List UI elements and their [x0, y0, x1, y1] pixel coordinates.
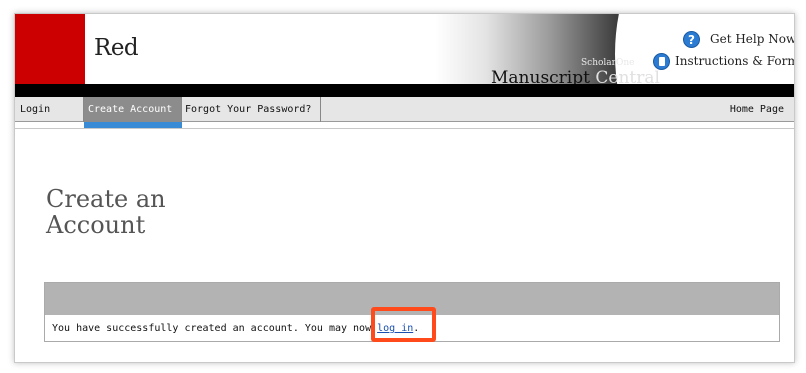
highlight-annotation — [371, 307, 436, 342]
tab-create-account[interactable]: Create Account — [84, 97, 182, 122]
header-divider-bar — [15, 84, 794, 97]
home-page-link[interactable]: Home Page — [730, 97, 794, 122]
site-header: Red ScholarOne Manuscript Central ? Get … — [15, 14, 795, 264]
get-help-link[interactable]: ? Get Help Now — [683, 29, 795, 49]
journal-brand: Red — [94, 35, 139, 61]
message-text: You have successfully created an account… — [52, 323, 378, 334]
get-help-label: Get Help Now — [710, 32, 795, 46]
active-tab-indicator — [84, 122, 182, 128]
browser-page-frame: Red ScholarOne Manuscript Central ? Get … — [14, 13, 795, 363]
main-nav: Login Create Account Forgot Your Passwor… — [15, 97, 794, 122]
document-icon — [653, 52, 670, 70]
page-title: Create an Account — [46, 185, 166, 239]
instructions-forms-link[interactable]: Instructions & Forms — [653, 51, 795, 71]
product-vendor: ScholarOne — [581, 58, 635, 68]
tab-login[interactable]: Login — [15, 97, 84, 122]
brand-color-block — [15, 14, 85, 84]
question-mark-icon: ? — [683, 30, 700, 48]
instructions-forms-label: Instructions & Forms — [675, 54, 795, 68]
tab-forgot-password[interactable]: Forgot Your Password? — [182, 97, 321, 122]
